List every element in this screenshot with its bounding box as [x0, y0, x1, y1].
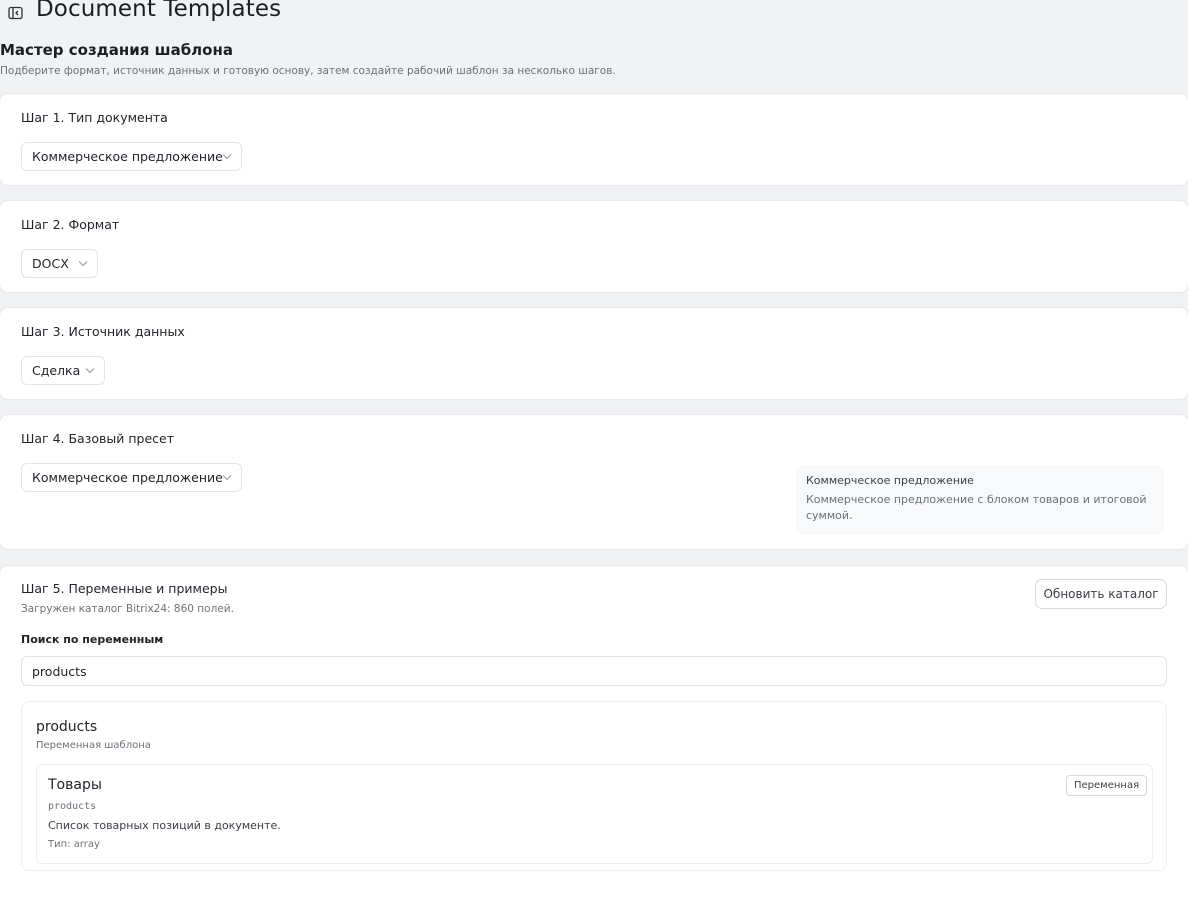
catalog-note: Загружен каталог Bitrix24: 860 полей.: [21, 603, 234, 615]
format-value: DOCX: [32, 256, 69, 271]
step3-title: Шаг 3. Источник данных: [21, 324, 185, 339]
group-subtitle: Переменная шаблона: [36, 740, 151, 751]
step1-title: Шаг 1. Тип документа: [21, 110, 168, 125]
app-header: Document Templates: [0, 0, 1188, 30]
data-source-select[interactable]: Сделка: [21, 356, 105, 385]
chevron-down-icon: [85, 368, 95, 374]
variable-group: products Переменная шаблона Товары produ…: [21, 701, 1167, 871]
step2-title: Шаг 2. Формат: [21, 217, 120, 232]
step4-title: Шаг 4. Базовый пресет: [21, 431, 174, 446]
page-title: Document Templates: [36, 0, 282, 22]
wizard-subtitle: Подберите формат, источник данных и гото…: [0, 65, 616, 77]
variable-code: products: [48, 801, 97, 812]
document-type-value: Коммерческое предложение: [32, 149, 223, 164]
step5-title: Шаг 5. Переменные и примеры: [21, 581, 228, 596]
variable-card[interactable]: Товары products Список товарных позиций …: [36, 764, 1153, 864]
document-type-select[interactable]: Коммерческое предложение: [21, 142, 242, 171]
variable-badge: Переменная: [1066, 775, 1148, 796]
group-title: products: [36, 719, 98, 735]
variable-title: Товары: [48, 777, 102, 793]
format-select[interactable]: DOCX: [21, 249, 98, 278]
preset-value: Коммерческое предложение: [32, 470, 223, 485]
variable-type: Тип: array: [48, 839, 100, 850]
refresh-catalog-button[interactable]: Обновить каталог: [1035, 579, 1167, 609]
variable-search-input[interactable]: [21, 656, 1167, 686]
chevron-down-icon: [78, 261, 88, 267]
preset-info-description: Коммерческое предложение с блоком товаро…: [806, 493, 1147, 522]
data-source-value: Сделка: [32, 363, 81, 378]
preset-info-panel: Коммерческое предложение Коммерческое пр…: [796, 465, 1164, 535]
preset-info-title: Коммерческое предложение: [806, 474, 974, 487]
search-label: Поиск по переменным: [21, 633, 164, 646]
chevron-down-icon: [222, 154, 232, 160]
step2-card: Шаг 2. Формат DOCX: [0, 201, 1188, 292]
chevron-down-icon: [222, 475, 232, 481]
step3-card: Шаг 3. Источник данных Сделка: [0, 308, 1188, 399]
step1-card: Шаг 1. Тип документа Коммерческое предло…: [0, 94, 1188, 185]
wizard-title: Мастер создания шаблона: [0, 41, 233, 59]
variable-description: Список товарных позиций в документе.: [48, 819, 281, 832]
sidebar-toggle-icon[interactable]: [8, 5, 23, 20]
step4-card: Шаг 4. Базовый пресет Коммерческое предл…: [0, 415, 1188, 549]
preset-select[interactable]: Коммерческое предложение: [21, 463, 242, 492]
step5-card: Шаг 5. Переменные и примеры Загружен кат…: [0, 566, 1188, 904]
